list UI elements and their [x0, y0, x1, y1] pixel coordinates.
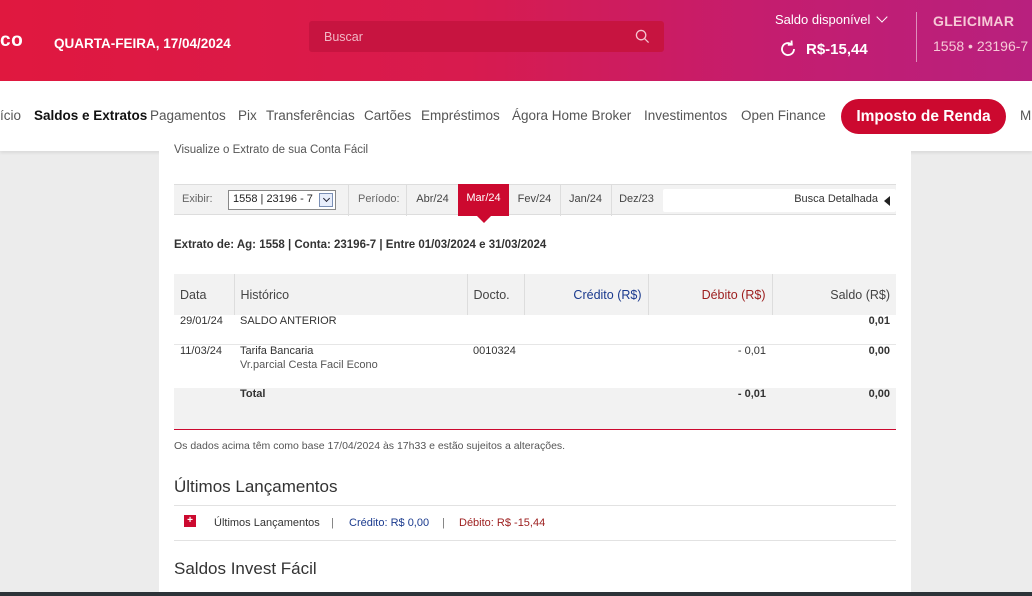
nav-item-cartoes[interactable]: Cartões [364, 108, 411, 123]
cell-debito [648, 315, 772, 345]
cell-credito [524, 315, 648, 345]
busca-detalhada-button[interactable]: Busca Detalhada [663, 189, 896, 212]
cell-empty [174, 388, 234, 430]
debito-total: Débito: R$ -15,44 [459, 517, 546, 529]
cell-saldo: 0,00 [868, 344, 890, 357]
nav-item-investimentos[interactable]: Investimentos [644, 108, 727, 123]
divider [174, 540, 896, 541]
table-total-row: Total - 0,01 0,00 [174, 388, 896, 430]
cell-data: 29/01/24 [174, 315, 234, 345]
col-data: Data [174, 274, 235, 315]
exibir-label: Exibir: [182, 193, 213, 205]
account-select-value: 1558 | 23196 - 7 [233, 193, 313, 205]
filter-bar: Exibir: 1558 | 23196 - 7 Período: Abr/24… [174, 184, 896, 223]
tab-month-jan24[interactable]: Jan/24 [560, 185, 611, 216]
table-row: 11/03/24 Tarifa Bancaria Vr.parcial Cest… [174, 344, 896, 388]
ultimos-lancamentos-title: Últimos Lançamentos [174, 477, 338, 496]
nav-item-pix[interactable]: Pix [238, 108, 257, 123]
taskbar-edge [0, 592, 1032, 596]
table-row: 29/01/24 SALDO ANTERIOR 0,01 [174, 315, 896, 345]
chevron-down-icon[interactable] [319, 193, 333, 207]
balance-label: Saldo disponível [775, 12, 871, 27]
account-select[interactable]: 1558 | 23196 - 7 [228, 190, 336, 210]
cell-historico: SALDO ANTERIOR [234, 315, 467, 345]
search-box[interactable] [309, 21, 664, 52]
nav-item-open-finance[interactable]: Open Finance [741, 108, 826, 123]
cell-empty [524, 388, 648, 430]
bank-logo[interactable]: co [0, 30, 23, 52]
col-historico: Histórico [234, 274, 468, 315]
expand-plus-icon[interactable]: + [184, 515, 196, 527]
periodo-label: Período: [358, 193, 400, 205]
total-debito: - 0,01 [648, 388, 772, 430]
total-saldo: 0,00 [772, 388, 896, 430]
cell-saldo: 0,01 [772, 315, 896, 345]
search-icon[interactable] [635, 29, 650, 44]
tab-month-mar24[interactable]: Mar/24 [458, 184, 509, 223]
nav-item-more[interactable]: M [1020, 108, 1031, 123]
historico-subtitle: Vr.parcial Cesta Facil Econo [240, 358, 378, 371]
col-credito: Crédito (R$) [524, 274, 649, 315]
ultimos-lancamentos-label: Últimos Lançamentos [214, 517, 320, 529]
divider [348, 185, 349, 216]
user-name[interactable]: GLEICIMAR [933, 13, 1014, 29]
nav-item-inicio[interactable]: ício [0, 108, 21, 123]
nav-item-transferencias[interactable]: Transferências [266, 108, 355, 123]
separator: | [331, 517, 334, 529]
statement-card: Visualize o Extrato de sua Conta Fácil E… [159, 144, 911, 596]
statement-summary: Extrato de: Ag: 1558 | Conta: 23196-7 | … [174, 239, 547, 251]
tab-month-abr24[interactable]: Abr/24 [407, 185, 458, 216]
col-saldo: Saldo (R$) [772, 274, 896, 315]
chevron-down-icon [876, 11, 889, 23]
user-account: 1558 • 23196-7 [933, 38, 1029, 54]
nav-item-pagamentos[interactable]: Pagamentos [150, 108, 226, 123]
balance-value: R$-15,44 [806, 41, 868, 58]
refresh-icon[interactable] [778, 39, 798, 59]
saldos-invest-facil-title: Saldos Invest Fácil [174, 559, 317, 578]
cell-docto: 0010324 [473, 344, 516, 357]
cell-empty [467, 388, 524, 430]
nav-item-agora-home-broker[interactable]: Ágora Home Broker [512, 108, 631, 123]
nav-item-saldos-extratos[interactable]: Saldos e Extratos [34, 108, 147, 123]
separator: | [442, 517, 445, 529]
balance-toggle[interactable]: Saldo disponível [775, 11, 889, 27]
col-debito: Débito (R$) [648, 274, 773, 315]
current-date: QUARTA-FEIRA, 17/04/2024 [54, 36, 231, 51]
col-docto: Docto. [467, 274, 525, 315]
nav-item-emprestimos[interactable]: Empréstimos [421, 108, 500, 123]
cell-historico: Tarifa Bancaria Vr.parcial Cesta Facil E… [234, 344, 467, 388]
cell-credito [524, 344, 648, 388]
top-header: co QUARTA-FEIRA, 17/04/2024 Saldo dispon… [0, 0, 1032, 81]
search-input[interactable] [309, 21, 629, 52]
cell-docto [467, 315, 524, 345]
header-divider [916, 12, 917, 62]
imposto-de-renda-button[interactable]: Imposto de Renda [841, 99, 1006, 134]
cell-data: 11/03/24 [180, 344, 223, 357]
total-label: Total [234, 388, 467, 430]
cell-debito: - 0,01 [737, 344, 766, 357]
caret-left-icon [884, 196, 890, 206]
busca-detalhada-label: Busca Detalhada [794, 193, 878, 205]
tab-month-fev24[interactable]: Fev/24 [509, 185, 560, 216]
table-header-row: Data Histórico Docto. Crédito (R$) Débit… [174, 274, 896, 315]
historico-title: Tarifa Bancaria [240, 344, 314, 357]
credito-total: Crédito: R$ 0,00 [349, 517, 430, 529]
page-subtitle: Visualize o Extrato de sua Conta Fácil [174, 144, 369, 156]
tab-month-dez23[interactable]: Dez/23 [611, 185, 662, 216]
main-nav: ício Saldos e Extratos Pagamentos Pix Tr… [0, 81, 1032, 151]
data-disclaimer: Os dados acima têm como base 17/04/2024 … [174, 440, 566, 452]
statement-table: Data Histórico Docto. Crédito (R$) Débit… [174, 274, 896, 430]
ultimos-lancamentos-row[interactable]: + Últimos Lançamentos | Crédito: R$ 0,00… [174, 506, 896, 540]
